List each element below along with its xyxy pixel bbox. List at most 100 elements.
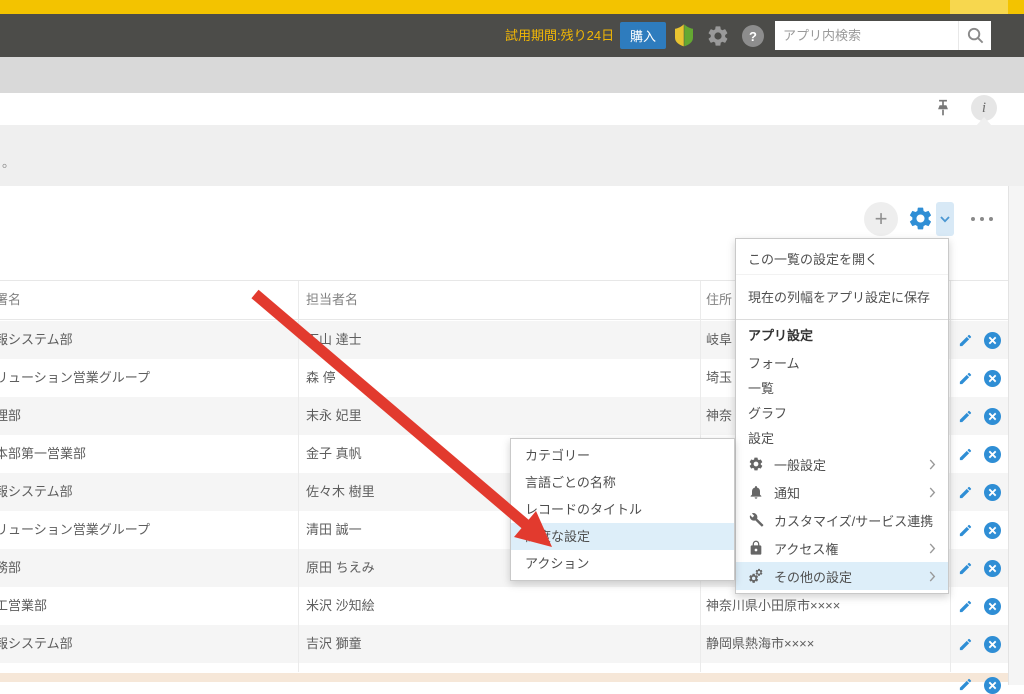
app-search-input[interactable]	[775, 21, 958, 50]
submenu-item-actions[interactable]: アクション	[511, 550, 734, 577]
address-cell: 岐阜	[706, 332, 733, 347]
delete-record-icon[interactable]	[984, 370, 1001, 387]
delete-record-icon[interactable]	[984, 408, 1001, 425]
column-header-address[interactable]: 住所	[706, 281, 732, 319]
gear-icon	[748, 456, 764, 472]
edit-record-icon[interactable]	[958, 333, 973, 348]
menu-item-customize-integrations[interactable]: カスタマイズ/サービス連携	[736, 506, 948, 534]
dept-cell: リューション営業グループ	[0, 370, 150, 385]
menu-item-misc-settings[interactable]: その他の設定	[736, 562, 948, 590]
edit-record-icon[interactable]	[958, 485, 973, 500]
submenu-item-advanced-settings[interactable]: 高度な設定	[511, 523, 734, 550]
delete-record-icon[interactable]	[984, 332, 1001, 349]
person-cell: 原田 ちえみ	[306, 560, 375, 575]
person-cell: 吉沢 獅童	[306, 636, 362, 651]
bell-icon	[748, 484, 764, 500]
app-search-box	[775, 21, 958, 50]
menu-item-label: カスタマイズ/サービス連携	[774, 513, 934, 529]
menu-item-permissions[interactable]: アクセス権	[736, 534, 948, 562]
person-cell: 末永 妃里	[306, 408, 362, 423]
menu-item-label: 通知	[774, 485, 801, 501]
person-cell: 金子 真帆	[306, 446, 362, 461]
delete-record-icon[interactable]	[984, 484, 1001, 501]
next-row-highlight-band	[0, 673, 1008, 682]
person-cell: 米沢 沙知絵	[306, 598, 375, 613]
person-cell: 森 停	[306, 370, 336, 385]
menu-divider	[736, 319, 948, 320]
scroll-gutter	[1008, 186, 1024, 685]
submenu-item-categories[interactable]: カテゴリー	[511, 442, 734, 469]
edit-record-icon[interactable]	[958, 561, 973, 576]
edit-record-icon[interactable]	[958, 637, 973, 652]
table-row[interactable]: 報システム部 吉沢 獅童 静岡県熱海市××××	[0, 625, 1008, 663]
trial-period-text: 試用期間:残り24日	[505, 28, 615, 43]
menu-item-label: その他の設定	[774, 569, 853, 585]
chevron-right-icon	[929, 459, 936, 470]
dept-cell: 報システム部	[0, 636, 73, 651]
column-divider	[298, 281, 299, 672]
menu-item-graphs[interactable]: グラフ	[736, 400, 948, 425]
list-settings-menu: この一覧の設定を開く 現在の列幅をアプリ設定に保存 アプリ設定 フォーム 一覧 …	[735, 238, 949, 594]
more-options-button[interactable]	[960, 202, 1004, 236]
edit-record-icon[interactable]	[958, 447, 973, 462]
person-cell: 佐々木 樹里	[306, 484, 375, 499]
person-cell: 下山 達士	[306, 332, 362, 347]
delete-record-icon[interactable]	[984, 636, 1001, 653]
edit-record-icon[interactable]	[958, 599, 973, 614]
brand-color-bar	[0, 0, 1024, 14]
submenu-item-record-title[interactable]: レコードのタイトル	[511, 496, 734, 523]
buy-button[interactable]: 購入	[620, 22, 666, 49]
beginner-guide-icon[interactable]	[672, 21, 696, 49]
delete-record-icon[interactable]	[984, 598, 1001, 615]
edit-record-icon[interactable]	[958, 371, 973, 386]
misc-settings-submenu: カテゴリー 言語ごとの名称 レコードのタイトル 高度な設定 アクション	[510, 438, 735, 581]
gears-icon	[748, 568, 764, 584]
column-divider	[950, 281, 951, 672]
dept-cell: 工営業部	[0, 598, 48, 613]
address-cell: 埼玉	[706, 370, 733, 385]
header-sub-strip	[0, 57, 1024, 93]
brand-color-bar-light-segment	[950, 0, 1008, 14]
menu-item-label: 一般設定	[774, 457, 827, 473]
delete-record-icon[interactable]	[984, 446, 1001, 463]
column-header-dept[interactable]: 署名	[0, 281, 21, 319]
dept-cell: 報システム部	[0, 484, 73, 499]
app-header-band	[0, 93, 1024, 125]
submenu-item-localized-names[interactable]: 言語ごとの名称	[511, 469, 734, 496]
menu-item-save-column-widths[interactable]: 現在の列幅をアプリ設定に保存	[736, 275, 948, 317]
add-record-button[interactable]: +	[864, 202, 898, 236]
menu-item-views[interactable]: 一覧	[736, 375, 948, 400]
edit-record-icon[interactable]	[958, 409, 973, 424]
person-cell: 清田 誠一	[306, 522, 362, 537]
global-settings-gear-icon[interactable]	[706, 24, 730, 48]
lock-icon	[748, 540, 764, 556]
menu-item-notifications[interactable]: 通知	[736, 478, 948, 506]
search-button[interactable]	[958, 21, 991, 50]
delete-record-icon[interactable]	[984, 560, 1001, 577]
dept-cell: リューション営業グループ	[0, 522, 150, 537]
list-settings-gear-icon[interactable]	[907, 205, 934, 232]
chevron-right-icon	[929, 571, 936, 582]
dept-cell: 報システム部	[0, 332, 73, 347]
delete-record-icon[interactable]	[984, 522, 1001, 539]
menu-item-form[interactable]: フォーム	[736, 350, 948, 375]
edit-record-icon[interactable]	[958, 523, 973, 538]
chevron-right-icon	[929, 487, 936, 498]
partial-row-actions	[958, 677, 1001, 694]
menu-item-general-settings[interactable]: 一般設定	[736, 450, 948, 478]
clipped-description-text: 。	[2, 155, 16, 170]
menu-section-title: アプリ設定	[748, 328, 814, 343]
menu-item-label: アクセス権	[774, 541, 839, 557]
wrench-icon	[748, 512, 764, 528]
delete-record-icon[interactable]	[984, 677, 1001, 694]
dept-cell: 務部	[0, 560, 22, 575]
menu-item-settings[interactable]: 設定	[736, 425, 948, 450]
menu-item-open-list-settings[interactable]: この一覧の設定を開く	[736, 242, 948, 274]
address-cell: 静岡県熱海市××××	[706, 636, 815, 651]
chevron-right-icon	[929, 543, 936, 554]
column-header-person[interactable]: 担当者名	[306, 281, 358, 319]
settings-menu-caret[interactable]	[936, 202, 954, 236]
dept-cell: 理部	[0, 408, 22, 423]
help-icon[interactable]: ?	[742, 25, 764, 47]
pin-icon[interactable]	[935, 99, 951, 117]
